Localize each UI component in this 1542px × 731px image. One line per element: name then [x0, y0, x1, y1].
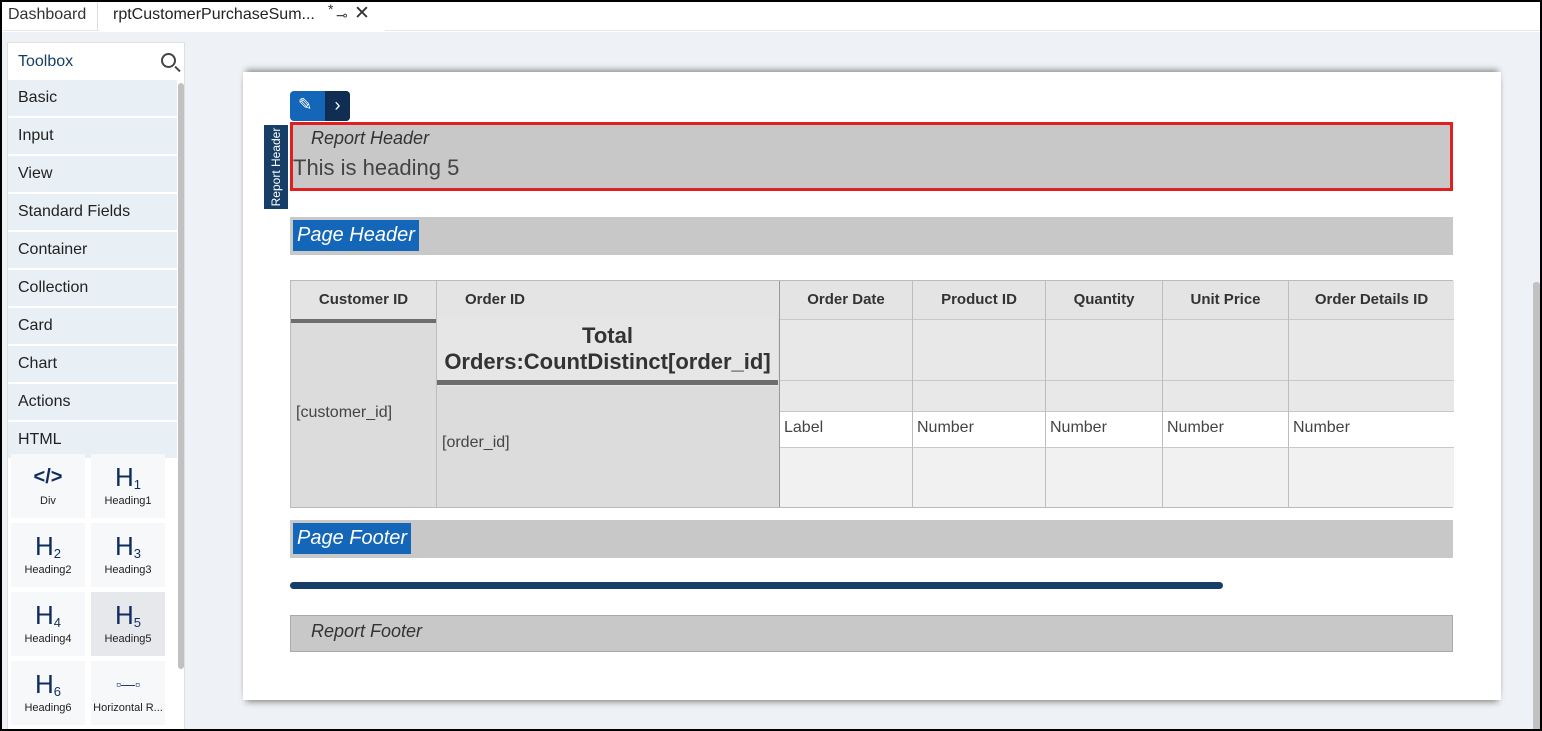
tool-label: Horizontal R...: [93, 702, 163, 714]
column-header-order-details-id[interactable]: Order Details ID: [1289, 281, 1454, 319]
column-header-unit-price[interactable]: Unit Price: [1163, 281, 1288, 319]
horizontal-rule-icon: ▫—▫: [116, 676, 140, 692]
designer-window: Dashboard rptCustomerPurchaseSum... * ⊸ …: [0, 0, 1542, 731]
modified-indicator: *: [328, 1, 334, 17]
tool-label: Heading3: [104, 564, 152, 576]
toolbox-category-view[interactable]: View: [8, 156, 177, 192]
tool-heading1[interactable]: H1 Heading1: [91, 454, 165, 518]
page-footer-label: Page Footer: [293, 523, 412, 554]
customer-id-field[interactable]: [customer_id]: [296, 404, 392, 422]
page-header-band[interactable]: Page Header: [290, 217, 1453, 255]
tool-horizontal-rule[interactable]: ▫—▫ Horizontal R...: [91, 661, 165, 725]
group-divider: [437, 380, 778, 385]
heading5-element[interactable]: This is heading 5: [293, 155, 459, 181]
document-tab-strip: Dashboard rptCustomerPurchaseSum... * ⊸ …: [2, 2, 1540, 31]
heading1-icon: H1: [114, 462, 141, 492]
tool-div[interactable]: </> Div: [11, 454, 85, 518]
report-header-band[interactable]: Report Header This is heading 5: [290, 122, 1453, 191]
horizontal-rule-element[interactable]: [290, 582, 1223, 589]
toolbox-category-basic[interactable]: Basic: [8, 80, 177, 116]
page-footer-band[interactable]: Page Footer: [290, 520, 1453, 558]
code-icon: </>: [33, 466, 63, 488]
report-table[interactable]: Customer ID Order ID Order Date Product …: [290, 280, 1454, 508]
toolbox-category-standard-fields[interactable]: Standard Fields: [8, 194, 177, 230]
grid-line: [780, 319, 1454, 320]
detail-spacer-2: [780, 380, 1454, 411]
toolbox-category-collection[interactable]: Collection: [8, 270, 177, 306]
detail-spacer-1: [780, 319, 1454, 380]
heading2-icon: H2: [34, 531, 61, 561]
tab-dashboard[interactable]: Dashboard: [2, 2, 98, 31]
unit-price-number[interactable]: Number: [1167, 419, 1224, 437]
pin-icon[interactable]: ⊸: [336, 2, 348, 28]
column-header-product-id[interactable]: Product ID: [913, 281, 1045, 319]
tab-title: rptCustomerPurchaseSum...: [113, 6, 315, 23]
tool-heading4[interactable]: H4 Heading4: [11, 592, 85, 656]
column-header-quantity[interactable]: Quantity: [1046, 281, 1162, 319]
toolbox-category-card[interactable]: Card: [8, 308, 177, 344]
detail-row: [780, 411, 1454, 447]
tab-report-designer[interactable]: rptCustomerPurchaseSum... * ⊸ ✕: [99, 2, 385, 31]
search-icon[interactable]: [161, 53, 176, 68]
page-header-label: Page Header: [293, 220, 419, 251]
column-header-order-id[interactable]: Order ID: [437, 281, 553, 319]
toolbox-category-container[interactable]: Container: [8, 232, 177, 268]
tool-label: Heading2: [24, 564, 72, 576]
tool-label: Heading1: [104, 495, 152, 507]
order-details-id-number[interactable]: Number: [1293, 419, 1350, 437]
group-divider: [291, 319, 436, 323]
toolbox-category-html[interactable]: HTML: [8, 422, 177, 458]
column-header-customer-id[interactable]: Customer ID: [291, 281, 436, 319]
workspace: Toolbox Basic Input View Standard Fields…: [2, 32, 1540, 729]
tool-heading3[interactable]: H3 Heading3: [91, 523, 165, 587]
report-footer-title: Report Footer: [311, 621, 423, 641]
tool-label: Heading5: [104, 633, 152, 645]
toolbox-category-input[interactable]: Input: [8, 118, 177, 154]
tool-label: Heading6: [24, 702, 72, 714]
tool-label: Div: [40, 495, 56, 507]
tool-heading6[interactable]: H6 Heading6: [11, 661, 85, 725]
grid-line: [780, 411, 1454, 412]
pencil-icon[interactable]: ✎: [298, 95, 312, 115]
detail-footer: [780, 447, 1454, 507]
element-actions-button[interactable]: ✎ ›: [290, 91, 350, 121]
heading4-icon: H4: [34, 600, 61, 630]
toolbox-scrollbar[interactable]: [178, 83, 184, 669]
chevron-right-icon[interactable]: ›: [325, 91, 350, 121]
toolbox-category-chart[interactable]: Chart: [8, 346, 177, 382]
toolbox-category-actions[interactable]: Actions: [8, 384, 177, 420]
close-icon[interactable]: ✕: [354, 2, 370, 27]
report-header-side-tag[interactable]: Report Header: [264, 125, 288, 209]
canvas-scrollbar[interactable]: [1533, 282, 1540, 729]
grid-line: [780, 447, 1454, 448]
report-header-title: Report Header: [311, 128, 430, 148]
heading6-icon: H6: [34, 669, 61, 699]
column-header-order-date[interactable]: Order Date: [780, 281, 912, 319]
quantity-number[interactable]: Number: [1050, 419, 1107, 437]
tool-heading5[interactable]: H5 Heading5: [91, 592, 165, 656]
heading3-icon: H3: [114, 531, 141, 561]
toolbox-title: Toolbox: [18, 53, 74, 70]
report-design-surface: ✎ › Report Header Report Header This is …: [243, 72, 1501, 700]
order-date-label[interactable]: Label: [784, 419, 823, 437]
order-id-field[interactable]: [order_id]: [442, 434, 510, 452]
product-id-number[interactable]: Number: [917, 419, 974, 437]
group-total-expression[interactable]: Total Orders:CountDistinct[order_id]: [437, 323, 778, 375]
tool-label: Heading4: [24, 633, 72, 645]
heading5-icon: H5: [114, 600, 141, 630]
toolbox-header: Toolbox: [8, 43, 184, 80]
grid-line: [780, 380, 1454, 381]
tool-heading2[interactable]: H2 Heading2: [11, 523, 85, 587]
report-footer-band[interactable]: Report Footer: [290, 615, 1453, 652]
